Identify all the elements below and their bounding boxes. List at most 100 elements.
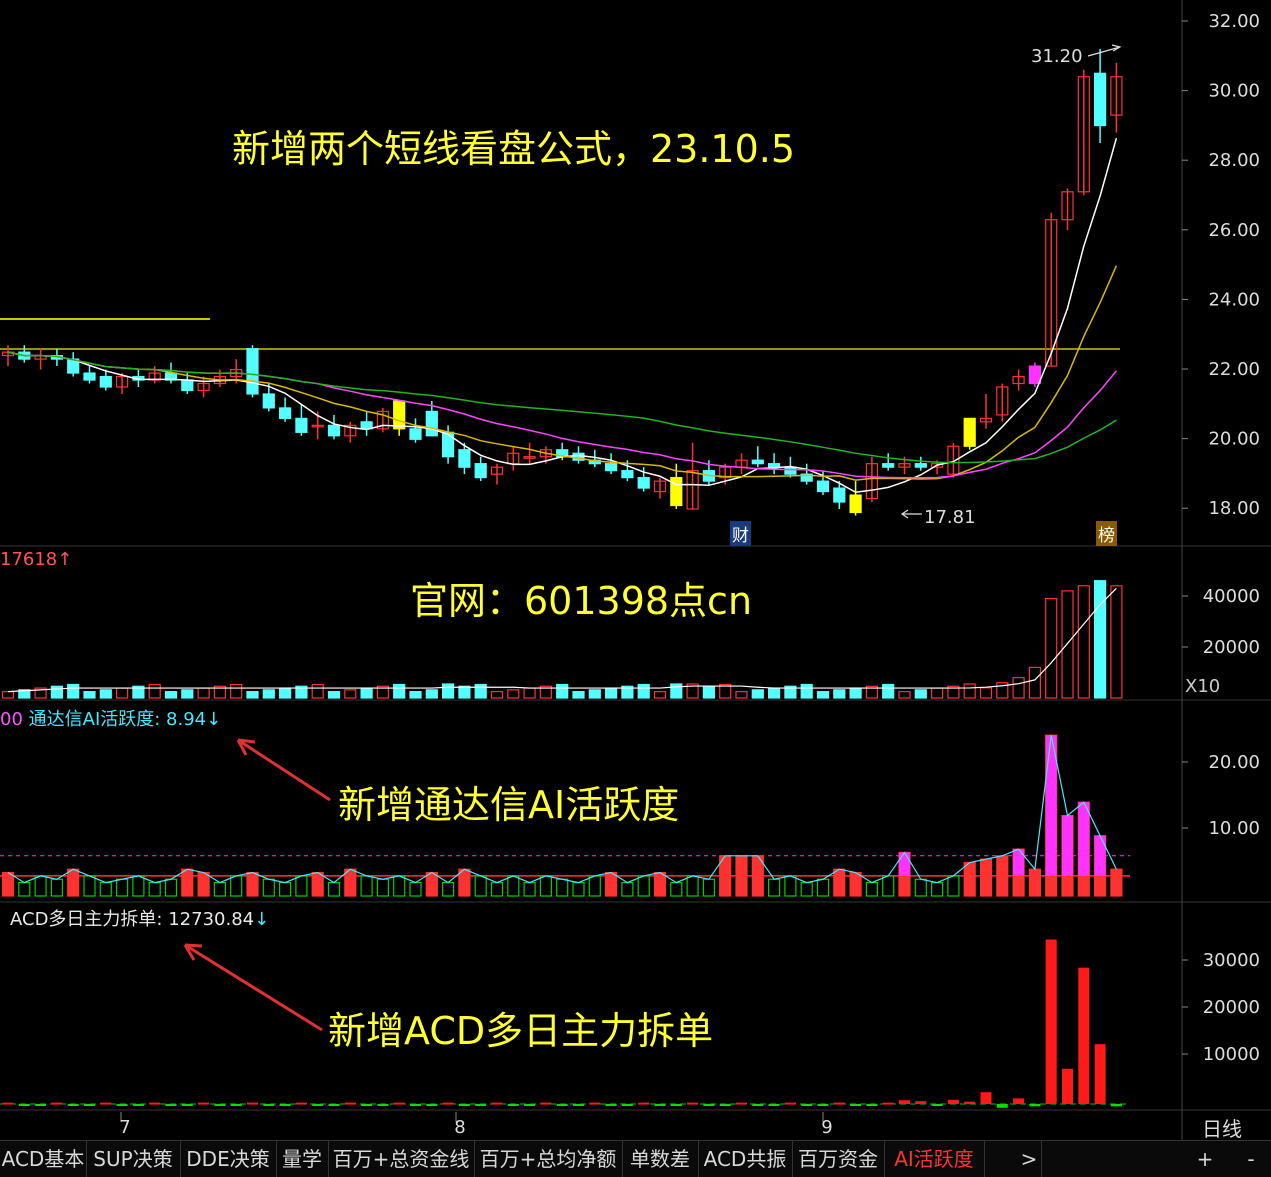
- tab-8[interactable]: ACD共振: [698, 1141, 793, 1177]
- acd-readout: ACD多日主力拆单: 12730.84↓: [10, 905, 269, 931]
- tab-6[interactable]: 百万+总均净额: [474, 1141, 623, 1177]
- acd-bar: [1045, 939, 1057, 1104]
- candle-body: [279, 407, 292, 419]
- acd-bar: [18, 1104, 30, 1106]
- volume-bar: [653, 691, 667, 699]
- ai-activity-bar: [34, 875, 47, 897]
- tab-10[interactable]: AI活跃度: [884, 1141, 985, 1177]
- price-axis-tick-label: 26.00: [1208, 220, 1260, 241]
- volume-bar: [474, 683, 487, 699]
- volume-bar: [767, 687, 781, 699]
- acd-bar: [165, 1104, 177, 1106]
- volume-bar: [409, 691, 422, 699]
- zoom-out-button[interactable]: -: [1234, 1141, 1268, 1177]
- ai-activity-bar: [588, 875, 601, 897]
- tab-1[interactable]: ACD基本: [0, 1141, 87, 1177]
- ai-activity-bar: [393, 875, 406, 897]
- annotation-site: 官网：601398点cn: [410, 579, 753, 623]
- acd-bar: [736, 1102, 747, 1105]
- annotation-title: 新增两个短线看盘公式，23.10.5: [232, 127, 796, 171]
- tabs-next-button[interactable]: >: [1017, 1141, 1042, 1177]
- tab-2[interactable]: SUP决策: [86, 1141, 181, 1177]
- price-axis-tick-label: 28.00: [1208, 150, 1260, 171]
- candle-body: [767, 463, 781, 468]
- zoom-in-button[interactable]: +: [1188, 1141, 1222, 1177]
- ai-activity-bar: [311, 871, 324, 897]
- annotation-ai-activity: 新增通达信AI活跃度: [338, 783, 680, 827]
- volume-bar: [914, 689, 927, 699]
- volume-bar: [83, 691, 96, 699]
- x-axis-label: 7: [119, 1117, 130, 1138]
- volume-bar: [181, 689, 194, 699]
- price-axis-tick-label: 24.00: [1208, 289, 1260, 310]
- candle-body: [751, 459, 764, 465]
- volume-bar: [572, 691, 585, 699]
- period-label[interactable]: 日线: [1202, 1113, 1242, 1142]
- ai-activity-high-bar: [1094, 835, 1106, 876]
- volume-scale-label[interactable]: X10: [1185, 676, 1220, 697]
- price-axis-tick-label: 22.00: [1208, 359, 1260, 380]
- ai-activity-readout: 00 通达信AI活跃度: 8.94↓: [0, 705, 221, 731]
- ai-activity-bar: [360, 875, 373, 897]
- tab-5[interactable]: 百万+总资金线: [328, 1141, 475, 1177]
- ai-activity-bar: [735, 855, 748, 897]
- ai-activity-bar: [230, 875, 243, 897]
- acd-bar: [752, 1104, 764, 1106]
- acd-bar: [442, 1102, 454, 1105]
- tab-7[interactable]: 单数差: [622, 1141, 699, 1177]
- price-axis-tick-label: 18.00: [1208, 498, 1260, 519]
- volume-bar: [588, 689, 601, 699]
- event-marker-bang[interactable]: 榜: [1096, 521, 1117, 546]
- acd-bar: [312, 1104, 324, 1106]
- tab-3[interactable]: DDE决策: [180, 1141, 277, 1177]
- acd-bar: [980, 1092, 992, 1104]
- volume-bar: [311, 683, 324, 699]
- acd-bar: [540, 1102, 552, 1105]
- annotation-arrow-icon: [183, 943, 323, 1032]
- candle-body: [295, 417, 308, 433]
- acd-bar: [719, 1104, 731, 1106]
- ai-activity-bar: [197, 871, 210, 897]
- ai-activity-bar: [604, 871, 618, 897]
- candle-body: [621, 470, 634, 479]
- acd-bar: [915, 1101, 927, 1104]
- ai-activity-bar: [262, 878, 275, 897]
- candle-body: [833, 487, 846, 503]
- volume-bar: [425, 689, 438, 699]
- ai-activity-bar: [425, 871, 438, 897]
- volume-bar: [1, 691, 15, 699]
- annotation-acd: 新增ACD多日主力拆单: [328, 1009, 714, 1053]
- acd-bar: [51, 1102, 63, 1105]
- ai-activity-bar: [50, 878, 64, 897]
- ai-activity-high-bar: [1062, 815, 1073, 876]
- event-marker-cai[interactable]: 财: [730, 521, 751, 546]
- ai-activity-bar: [67, 868, 80, 897]
- acd-bar: [426, 1104, 438, 1106]
- x-axis-label: 9: [821, 1117, 832, 1138]
- tab-4[interactable]: 量学: [276, 1141, 329, 1177]
- ai-activity-bar: [83, 875, 96, 897]
- acd-bar: [263, 1104, 275, 1106]
- volume-bar: [1061, 590, 1074, 699]
- candle-body: [409, 428, 422, 440]
- ai-activity-bar: [344, 868, 357, 897]
- ai-activity-bar: [865, 881, 879, 897]
- acd-bar: [247, 1102, 258, 1105]
- ai-activity-bar: [490, 881, 504, 897]
- volume-bar: [751, 689, 764, 699]
- acd-bar: [458, 1104, 470, 1106]
- candle-body: [181, 379, 194, 392]
- volume-bar: [523, 687, 536, 699]
- ai-activity-bar: [784, 875, 797, 897]
- volume-bar: [393, 683, 406, 699]
- ai-activity-bar: [442, 881, 455, 897]
- acd-bar: [198, 1102, 210, 1105]
- tab-9[interactable]: 百万资金: [792, 1141, 885, 1177]
- ai-axis-tick-label: 10.00: [1208, 818, 1260, 839]
- ai-activity-bar: [930, 881, 944, 897]
- candle-body: [262, 393, 275, 409]
- candle-body: [882, 463, 895, 468]
- volume-bar: [1028, 666, 1042, 699]
- ai-activity-bar: [181, 868, 194, 897]
- acd-bar: [230, 1104, 242, 1106]
